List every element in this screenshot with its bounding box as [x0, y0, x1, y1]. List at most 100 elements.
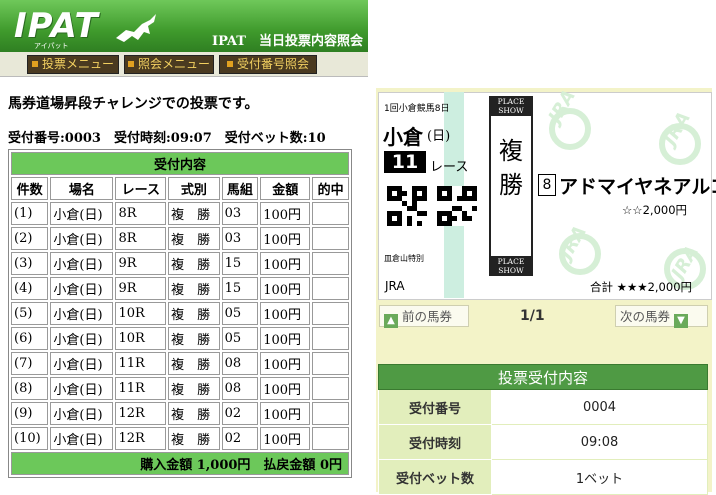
cell-type: 複 勝	[168, 277, 220, 300]
cell-count: (10)	[11, 427, 49, 450]
venue-name: 小倉	[383, 125, 423, 149]
menu-receipt-label: 受付番号照会	[236, 57, 309, 71]
bullet-icon	[127, 61, 134, 67]
table-row: 受付ベット数 1ベット	[378, 459, 708, 495]
cell-hit	[312, 277, 349, 300]
table-row: 受付時刻 09:08	[378, 424, 708, 460]
cell-horse: 05	[221, 327, 259, 350]
cell-hit	[312, 327, 349, 350]
menu-receipt-button[interactable]: 受付番号照会	[219, 55, 317, 74]
cell-hit	[312, 402, 349, 425]
cell-horse: 03	[221, 202, 259, 225]
horse-number: 8	[538, 174, 556, 196]
cell-race: 8R	[115, 202, 167, 225]
prev-ticket-label: 前の馬券	[401, 309, 452, 324]
cell-type: 複 勝	[168, 202, 220, 225]
table-header-row: 件数 場名 レース 式別 馬組 金額 的中	[11, 177, 349, 200]
cell-count: (1)	[11, 202, 49, 225]
col-venue: 場名	[50, 177, 114, 200]
col-type: 式別	[168, 177, 220, 200]
receipt-table: 投票受付内容 受付番号 0004 受付時刻 09:08 受付ベット数 1ベット	[378, 364, 708, 495]
col-horse: 馬組	[221, 177, 259, 200]
cell-amount: 100円	[260, 202, 311, 225]
table-body: (1) 小倉(日) 8R 複 勝 03 100円 (2) 小倉(日) 8R 複 勝 03 100円 (3…	[11, 202, 349, 450]
cell-race: 11R	[115, 377, 167, 400]
cell-horse: 15	[221, 277, 259, 300]
ipat-page: IPAT アイパット IPAT 当日投票内容照会 投票メニュー 照会メニュー 受…	[0, 0, 368, 495]
cell-amount: 100円	[260, 427, 311, 450]
menu-vote-button[interactable]: 投票メニュー	[27, 55, 119, 74]
cell-count: (4)	[11, 277, 49, 300]
cell-amount: 100円	[260, 302, 311, 325]
cell-hit	[312, 252, 349, 275]
receipt-value: 0004	[491, 389, 708, 425]
cell-type: 複 勝	[168, 427, 220, 450]
race-name: 皿倉山特別	[384, 254, 424, 263]
cell-horse: 05	[221, 302, 259, 325]
cell-count: (6)	[11, 327, 49, 350]
horse-amount: ☆☆2,000円	[622, 203, 688, 217]
col-count: 件数	[11, 177, 49, 200]
col-hit: 的中	[312, 177, 349, 200]
table-row: 受付番号 0004	[378, 389, 708, 425]
cell-venue: 小倉(日)	[50, 377, 114, 400]
cell-race: 12R	[115, 402, 167, 425]
cell-hit	[312, 302, 349, 325]
cell-hit	[312, 352, 349, 375]
table-row: (8) 小倉(日) 11R 複 勝 08 100円	[11, 377, 349, 400]
arrow-down-icon: ▼	[674, 314, 688, 328]
next-ticket-label: 次の馬券	[620, 309, 671, 324]
cell-type: 複 勝	[168, 327, 220, 350]
cell-count: (5)	[11, 302, 49, 325]
prev-ticket-button[interactable]: ▲ 前の馬券	[379, 305, 469, 328]
table-row: (6) 小倉(日) 10R 複 勝 05 100円	[11, 327, 349, 350]
cell-type: 複 勝	[168, 352, 220, 375]
cell-horse: 15	[221, 252, 259, 275]
cell-race: 10R	[115, 327, 167, 350]
receipt-label: 受付ベット数	[378, 459, 492, 495]
table-row: (4) 小倉(日) 9R 複 勝 15 100円	[11, 277, 349, 300]
bet-type-box: PLACE SHOW 複 勝 PLACE SHOW	[489, 96, 533, 276]
cell-venue: 小倉(日)	[50, 252, 114, 275]
cell-venue: 小倉(日)	[50, 427, 114, 450]
cell-horse: 08	[221, 352, 259, 375]
receipt-value: 1ベット	[491, 459, 708, 495]
bet-type-label: 複 勝	[489, 116, 533, 256]
receipt-label: 受付番号	[378, 389, 492, 425]
cell-venue: 小倉(日)	[50, 327, 114, 350]
receipt-summary: 受付番号:0003 受付時刻:09:07 受付ベット数:10	[8, 131, 326, 146]
meeting-label: 1回小倉競馬8日	[384, 104, 450, 114]
arrow-up-icon: ▲	[384, 314, 398, 328]
cell-type: 複 勝	[168, 227, 220, 250]
cell-horse: 02	[221, 427, 259, 450]
race-number: 11	[384, 151, 426, 173]
horse-icon	[116, 14, 156, 42]
menu-vote-label: 投票メニュー	[41, 57, 114, 71]
ipat-logo-subtitle: アイパット	[34, 42, 69, 50]
venue-day: (日)	[427, 129, 451, 144]
page-title: IPAT 当日投票内容照会	[212, 34, 363, 49]
cell-type: 複 勝	[168, 302, 220, 325]
place-show-top: PLACE SHOW	[489, 96, 533, 116]
cell-race: 9R	[115, 277, 167, 300]
table-footer-total: 購入金額 1,000円 払戻金額 0円	[11, 452, 349, 475]
cell-count: (9)	[11, 402, 49, 425]
bet-table: 受付内容 件数 場名 レース 式別 馬組 金額 的中 (1) 小倉(日) 8R 複 勝…	[8, 149, 352, 478]
cell-amount: 100円	[260, 377, 311, 400]
table-row: (2) 小倉(日) 8R 複 勝 03 100円	[11, 227, 349, 250]
table-row: (5) 小倉(日) 10R 複 勝 05 100円	[11, 302, 349, 325]
jra-label: JRA	[385, 279, 405, 293]
cell-horse: 03	[221, 227, 259, 250]
cell-amount: 100円	[260, 252, 311, 275]
menu-inquiry-button[interactable]: 照会メニュー	[124, 55, 214, 74]
cell-race: 8R	[115, 227, 167, 250]
table-row: (7) 小倉(日) 11R 複 勝 08 100円	[11, 352, 349, 375]
cell-venue: 小倉(日)	[50, 277, 114, 300]
receipt-label: 受付時刻	[378, 424, 492, 460]
cell-amount: 100円	[260, 402, 311, 425]
receipt-value: 09:08	[491, 424, 708, 460]
next-ticket-button[interactable]: 次の馬券 ▼	[615, 305, 708, 328]
cell-count: (7)	[11, 352, 49, 375]
receipt-caption: 投票受付内容	[378, 364, 708, 390]
cell-count: (8)	[11, 377, 49, 400]
